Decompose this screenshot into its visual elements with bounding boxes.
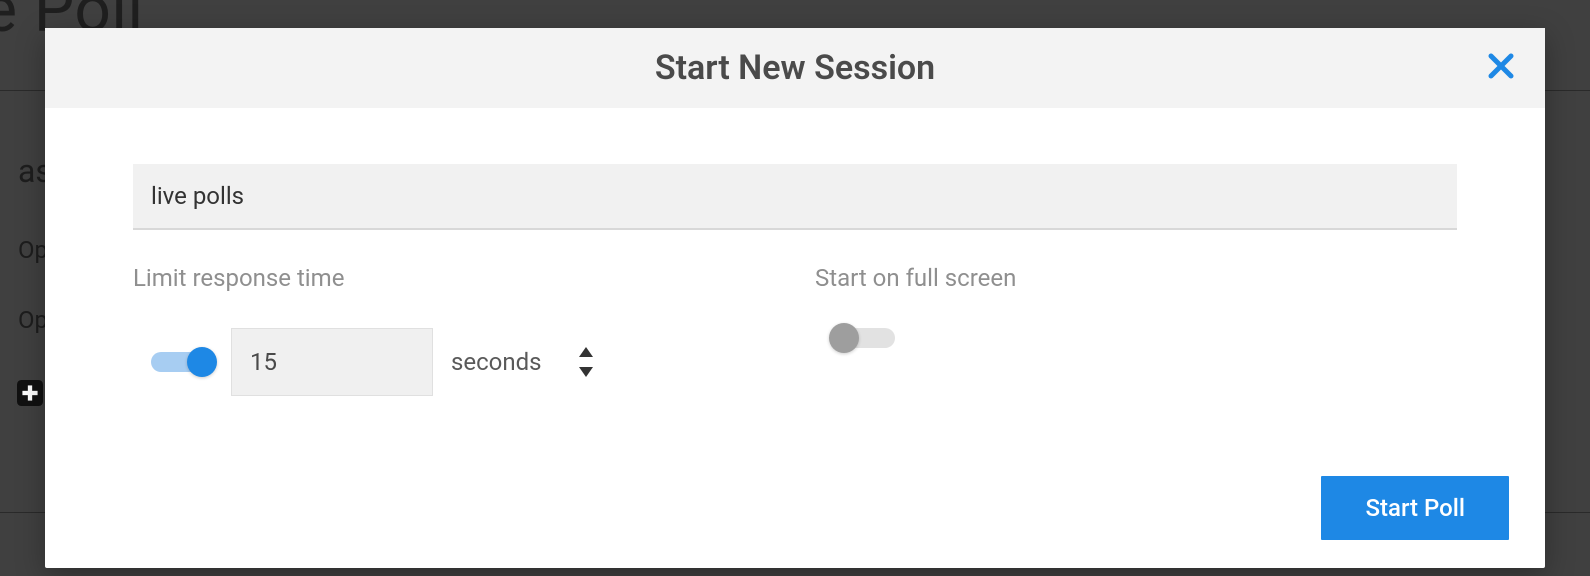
chevron-up-icon <box>579 342 593 361</box>
response-time-unit: seconds <box>451 348 542 376</box>
full-screen-label: Start on full screen <box>815 264 1457 292</box>
limit-response-time-toggle[interactable] <box>151 352 213 372</box>
full-screen-option: Start on full screen <box>815 264 1457 396</box>
limit-response-time-control: seconds <box>133 328 775 396</box>
options-row: Limit response time <box>133 264 1457 396</box>
toggle-knob <box>829 323 859 353</box>
stepper-arrows <box>579 329 593 395</box>
stepper-down-button[interactable] <box>579 367 593 377</box>
close-icon <box>1486 51 1516 85</box>
stepper-up-button[interactable] <box>579 347 593 357</box>
full-screen-toggle[interactable] <box>833 328 895 348</box>
modal-title: Start New Session <box>655 48 935 88</box>
toggle-knob <box>187 347 217 377</box>
background-row-fragment: Op <box>18 236 48 264</box>
limit-response-time-option: Limit response time <box>133 264 775 396</box>
modal-body: Limit response time <box>45 108 1545 568</box>
modal-header: Start New Session <box>45 28 1545 108</box>
start-poll-button[interactable]: Start Poll <box>1321 476 1509 540</box>
session-name-input[interactable] <box>133 164 1457 230</box>
close-button[interactable] <box>1481 48 1521 88</box>
background-row-fragment: Op <box>18 306 48 334</box>
chevron-down-icon <box>579 362 593 381</box>
limit-response-time-label: Limit response time <box>133 264 775 292</box>
add-icon <box>17 380 43 406</box>
full-screen-control <box>815 328 1457 348</box>
modal-footer: Start Poll <box>1321 476 1509 540</box>
start-session-modal: Start New Session Limit response time <box>45 28 1545 568</box>
response-time-stepper[interactable] <box>231 328 433 396</box>
